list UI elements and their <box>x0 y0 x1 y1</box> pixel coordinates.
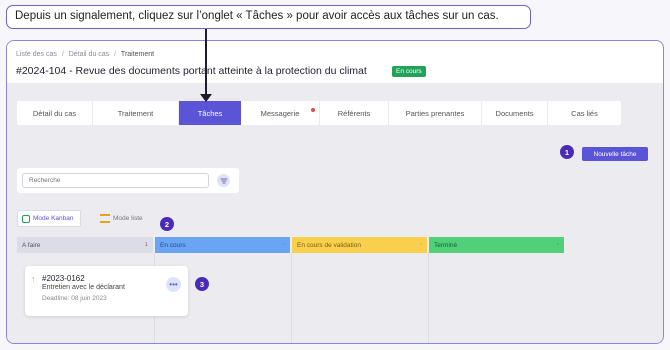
tab-linked-cases[interactable]: Cas liés <box>548 101 621 125</box>
search-input[interactable] <box>22 173 209 188</box>
step-badge-1: 1 <box>560 145 574 159</box>
breadcrumb-item-case-detail[interactable]: Détail du cas <box>69 51 109 58</box>
collapse-icon[interactable]: ◦ <box>420 242 422 248</box>
tab-tasks[interactable]: Tâches <box>179 101 241 125</box>
tab-label: Cas liés <box>571 108 598 118</box>
breadcrumb-item-current: Traitement <box>120 51 155 58</box>
kanban-icon <box>22 214 30 223</box>
arrow-up-icon: ↑ <box>31 274 36 284</box>
pointer-arrow-line <box>205 29 207 95</box>
column-in-progress-header[interactable]: En cours ◦ <box>155 237 290 253</box>
status-badge: En cours <box>392 66 426 77</box>
tab-label: Traitement <box>117 108 154 118</box>
more-dots-icon[interactable]: ••• <box>166 277 181 292</box>
list-icon <box>100 214 110 223</box>
tab-referents[interactable]: Référents <box>320 101 389 125</box>
pointer-arrow-head <box>200 94 212 102</box>
tab-bar: Détail du cas Traitement Tâches Messager… <box>17 101 621 125</box>
breadcrumb-separator: / <box>114 51 117 58</box>
tab-label: Documents <box>495 108 534 118</box>
tab-documents[interactable]: Documents <box>482 101 548 125</box>
tab-label: Détail du cas <box>32 108 77 118</box>
app-frame: Liste des cas / Détail du cas / Traiteme… <box>6 40 664 344</box>
instruction-callout: Depuis un signalement, cliquez sur l’ong… <box>6 5 531 29</box>
column-done-header[interactable]: Terminé ◦ <box>429 237 564 253</box>
step-badge-3: 3 <box>195 277 209 291</box>
task-id: #2023-0162 <box>42 274 85 283</box>
column-validation-header[interactable]: En cours de validation ◦ <box>292 237 427 253</box>
column-count: 1 <box>144 242 148 248</box>
column-label: En cours de validation <box>297 241 361 249</box>
case-header: Liste des cas / Détail du cas / Traiteme… <box>7 41 437 83</box>
breadcrumb-item-cases[interactable]: Liste des cas <box>16 51 57 58</box>
tab-label: Référents <box>337 108 371 118</box>
tab-treatment[interactable]: Traitement <box>93 101 179 125</box>
tab-label: Tâches <box>197 108 223 118</box>
new-task-button[interactable]: Nouvelle tâche <box>582 147 648 161</box>
column-divider <box>428 253 429 343</box>
filter-icon[interactable] <box>217 174 230 187</box>
list-mode-button[interactable]: Mode liste <box>100 212 143 225</box>
tab-case-detail[interactable]: Détail du cas <box>17 101 93 125</box>
collapse-icon[interactable]: ◦ <box>557 242 559 248</box>
task-deadline: Deadline: 08 juin 2023 <box>42 295 107 302</box>
collapse-icon[interactable]: ◦ <box>283 242 285 248</box>
page-title: #2024-104 - Revue des documents portant … <box>16 65 367 77</box>
list-mode-label: Mode liste <box>113 215 143 222</box>
breadcrumb-separator: / <box>61 51 64 58</box>
notification-dot <box>311 108 315 112</box>
breadcrumb: Liste des cas / Détail du cas / Traiteme… <box>16 51 154 58</box>
callout-text: Depuis un signalement, cliquez sur l’ong… <box>15 10 499 22</box>
column-label: Terminé <box>434 241 458 249</box>
tab-label: Parties prenantes <box>405 108 465 118</box>
tab-label: Messagerie <box>260 108 300 118</box>
kanban-mode-label: Mode Kanban <box>33 215 74 222</box>
column-todo-header[interactable]: A faire 1 <box>17 237 153 253</box>
search-panel <box>17 168 239 193</box>
column-label: En cours <box>160 241 186 249</box>
tab-stakeholders[interactable]: Parties prenantes <box>389 101 482 125</box>
column-label: A faire <box>22 241 41 249</box>
kanban-mode-button[interactable]: Mode Kanban <box>17 210 81 227</box>
tab-messaging[interactable]: Messagerie <box>241 101 320 125</box>
column-divider <box>291 253 292 343</box>
step-badge-2: 2 <box>160 217 174 231</box>
task-card[interactable]: ↑ #2023-0162 Entretien avec le déclarant… <box>25 266 188 316</box>
task-name: Entretien avec le déclarant <box>42 284 125 291</box>
